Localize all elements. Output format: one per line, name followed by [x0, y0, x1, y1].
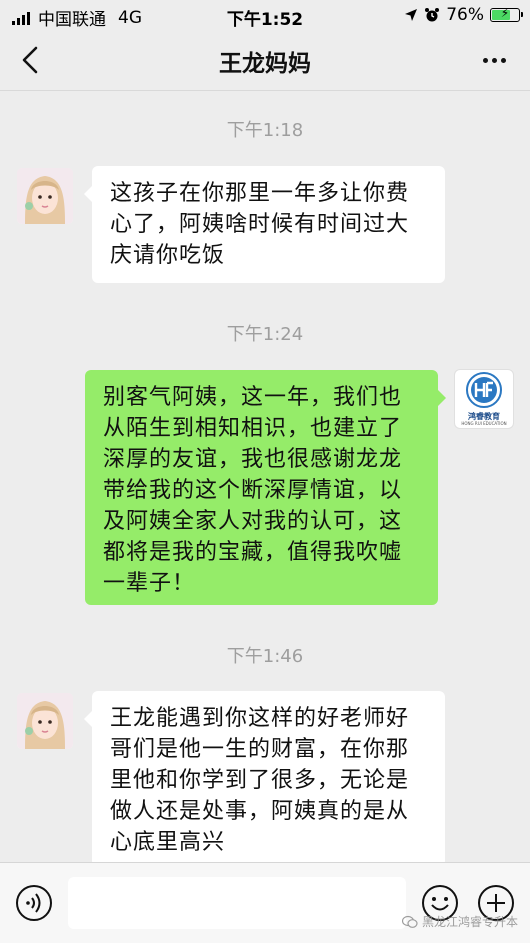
battery-icon: ⚡: [490, 6, 523, 22]
chat-header: 王龙妈妈: [0, 30, 530, 91]
voice-input-button[interactable]: [14, 883, 54, 923]
chat-title: 王龙妈妈: [219, 51, 311, 77]
avatar-portrait-icon: [17, 693, 73, 749]
message-input[interactable]: [68, 877, 406, 929]
message-bubble-sent[interactable]: 别客气阿姨，这一年，我们也从陌生到相知相识，也建立了深厚的友谊，我也很感谢龙龙带…: [85, 370, 446, 605]
chat-input-bar: 黑龙江鸿睿专升本: [0, 862, 530, 943]
alarm-icon: [425, 8, 440, 22]
message-timestamp: 下午1:18: [226, 120, 304, 141]
wechat-icon: [401, 915, 418, 928]
location-icon: [405, 9, 418, 21]
voice-icon: [16, 885, 52, 921]
watermark: 黑龙江鸿睿专升本: [401, 913, 518, 930]
message-bubble-received[interactable]: 王龙能遇到你这样的好老师好哥们是他一生的财富，在你那里他和你学到了很多，无论是做…: [84, 691, 445, 867]
message-timestamp: 下午1:46: [226, 646, 304, 667]
status-bar: 中国联通 4G 下午1:52 76% ⚡: [0, 0, 530, 30]
more-dot: [500, 57, 506, 63]
message-timestamp: 下午1:24: [226, 324, 304, 345]
more-options-button[interactable]: [474, 42, 514, 78]
battery-percent: 76%: [446, 5, 484, 25]
avatar-portrait-icon: [17, 168, 73, 224]
brand-logo-icon: [466, 372, 502, 408]
my-avatar[interactable]: 鸿睿教育 HONG RUI EDUCATION: [455, 370, 513, 428]
watermark-text: 黑龙江鸿睿专升本: [421, 915, 518, 929]
message-bubble-received[interactable]: 这孩子在你那里一年多让你费心了，阿姨啥时候有时间过大庆请你吃饭: [84, 166, 445, 283]
more-dot: [491, 57, 497, 63]
contact-avatar[interactable]: [17, 693, 73, 749]
more-dot: [482, 57, 488, 63]
brand-name-en: HONG RUI EDUCATION: [461, 421, 507, 426]
contact-avatar[interactable]: [17, 168, 73, 224]
